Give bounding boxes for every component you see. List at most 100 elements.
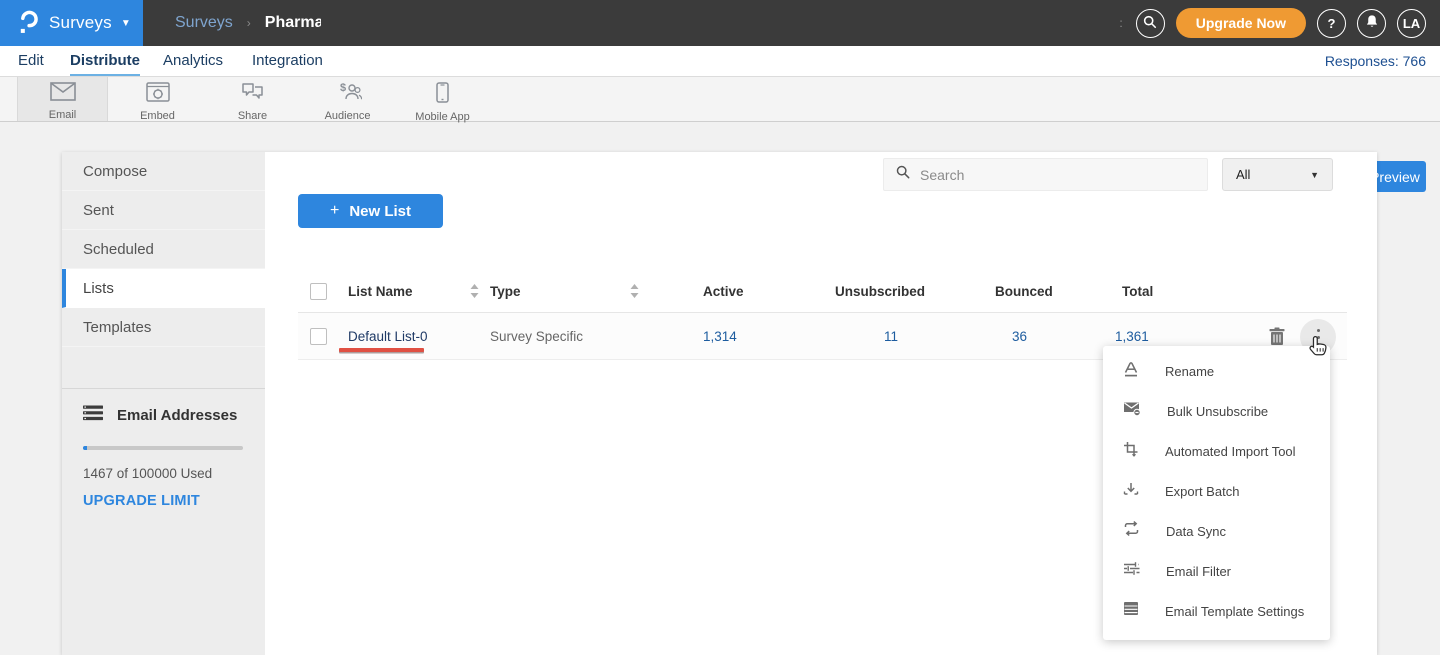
column-header-bounced: Bounced xyxy=(995,270,1053,313)
breadcrumb: Surveys › Pharma xyxy=(175,0,321,46)
menu-item-label: Automated Import Tool xyxy=(1165,444,1296,459)
tab-analytics[interactable]: Analytics xyxy=(163,46,223,76)
tab-distribute[interactable]: Distribute xyxy=(70,46,140,76)
avatar[interactable]: LA xyxy=(1397,9,1426,38)
kebab-dot xyxy=(1317,336,1320,339)
column-header-type[interactable]: Type xyxy=(490,270,521,313)
column-header-unsubscribed: Unsubscribed xyxy=(835,270,925,313)
search-button[interactable] xyxy=(1136,9,1165,38)
top-bar: Surveys ▼ Surveys › Pharma : Upgrade Now… xyxy=(0,0,1440,46)
menu-item-label: Rename xyxy=(1165,364,1214,379)
breadcrumb-separator-icon: › xyxy=(247,16,251,30)
channel-email[interactable]: Email xyxy=(17,77,108,121)
product-switcher[interactable]: Surveys ▼ xyxy=(0,0,143,46)
menu-item-label: Data Sync xyxy=(1166,524,1226,539)
email-sidebar: Compose Sent Scheduled Lists Templates E… xyxy=(62,152,265,655)
overflow-indicator: : xyxy=(1119,16,1122,30)
envelope-minus-icon xyxy=(1123,401,1141,421)
select-all-checkbox[interactable] xyxy=(310,283,327,300)
upgrade-limit-link[interactable]: UPGRADE LIMIT xyxy=(83,493,244,509)
unsubscribed-count[interactable]: 11 xyxy=(884,313,898,360)
crop-icon xyxy=(1123,441,1139,462)
menu-item-label: Export Batch xyxy=(1165,484,1239,499)
menu-item-bulk-unsubscribe[interactable]: Bulk Unsubscribe xyxy=(1103,391,1330,431)
menu-item-export-batch[interactable]: Export Batch xyxy=(1103,471,1330,511)
search-icon xyxy=(896,165,910,184)
new-list-button[interactable]: + New List xyxy=(298,194,443,228)
responses-count[interactable]: Responses: 766 xyxy=(1325,46,1426,76)
email-addresses-section: Email Addresses 1467 of 100000 Used UPGR… xyxy=(62,388,265,509)
menu-item-email-filter[interactable]: Email Filter xyxy=(1103,551,1330,591)
mobile-app-icon xyxy=(436,82,449,108)
sort-icon[interactable] xyxy=(470,284,479,303)
preview-label: Preview xyxy=(1370,169,1420,185)
menu-item-data-sync[interactable]: Data Sync xyxy=(1103,511,1330,551)
column-header-list-name[interactable]: List Name xyxy=(348,270,413,313)
list-rows-icon xyxy=(83,405,103,426)
embed-icon xyxy=(146,82,170,107)
chevron-down-icon: ▼ xyxy=(121,18,131,29)
share-icon xyxy=(240,82,265,107)
menu-item-email-template-settings[interactable]: Email Template Settings xyxy=(1103,591,1330,631)
sort-icon[interactable] xyxy=(630,284,639,303)
list-actions-menu: Rename Bulk Unsubscribe Automated Import… xyxy=(1103,346,1330,640)
menu-item-automated-import-tool[interactable]: Automated Import Tool xyxy=(1103,431,1330,471)
upgrade-now-button[interactable]: Upgrade Now xyxy=(1176,8,1306,38)
row-checkbox[interactable] xyxy=(310,328,327,345)
question-mark-icon: ? xyxy=(1328,16,1336,31)
plus-icon: + xyxy=(330,202,339,220)
help-button[interactable]: ? xyxy=(1317,9,1346,38)
menu-item-label: Bulk Unsubscribe xyxy=(1167,404,1268,419)
lists-table-header: List Name Type Active Unsubscribed Bounc… xyxy=(298,270,1347,313)
channel-mobile-app[interactable]: Mobile App xyxy=(397,77,488,121)
notifications-button[interactable] xyxy=(1357,9,1386,38)
bounced-count[interactable]: 36 xyxy=(1012,313,1027,360)
channel-label: Share xyxy=(238,110,267,122)
sidebar-item-scheduled[interactable]: Scheduled xyxy=(62,230,265,269)
breadcrumb-current-survey: Pharma xyxy=(265,14,321,32)
channel-label: Audience xyxy=(325,110,371,122)
questionpro-logo-icon xyxy=(18,7,39,39)
tab-edit[interactable]: Edit xyxy=(18,46,44,76)
template-rows-icon xyxy=(1123,601,1139,621)
breadcrumb-surveys-link[interactable]: Surveys xyxy=(175,14,233,32)
list-search-field xyxy=(883,158,1208,191)
active-count[interactable]: 1,314 xyxy=(703,313,737,360)
chevron-down-icon: ▼ xyxy=(1310,170,1319,180)
sidebar-item-lists[interactable]: Lists xyxy=(62,269,265,308)
email-usage-progressbar[interactable] xyxy=(83,446,243,450)
menu-item-label: Email Template Settings xyxy=(1165,604,1304,619)
email-usage-text: 1467 of 100000 Used xyxy=(83,466,244,481)
channel-audience[interactable]: $ Audience xyxy=(302,77,393,121)
bell-icon xyxy=(1365,14,1379,32)
channel-label: Mobile App xyxy=(415,111,469,123)
channel-label: Embed xyxy=(140,110,175,122)
sync-repeat-icon xyxy=(1123,521,1140,541)
svg-text:$: $ xyxy=(340,82,346,94)
new-list-label: New List xyxy=(349,203,411,220)
channel-embed[interactable]: Embed xyxy=(112,77,203,121)
page: Surveys ▼ Surveys › Pharma : Upgrade Now… xyxy=(0,0,1440,655)
distribute-channel-bar: Email Embed Share $ Audience Mobile App xyxy=(0,77,1440,122)
search-input[interactable] xyxy=(920,167,1195,183)
app-name: Surveys xyxy=(49,13,112,33)
filter-value: All xyxy=(1236,167,1250,182)
topbar-actions: : Upgrade Now ? LA xyxy=(1119,0,1426,46)
list-name-link[interactable]: Default List-0 xyxy=(348,313,428,360)
kebab-dot xyxy=(1317,329,1320,332)
list-filter-dropdown[interactable]: All ▼ xyxy=(1222,158,1333,191)
download-icon xyxy=(1123,481,1139,502)
tab-integration[interactable]: Integration xyxy=(252,46,323,76)
email-usage-progress-fill xyxy=(83,446,87,450)
sidebar-item-compose[interactable]: Compose xyxy=(62,152,265,191)
list-type: Survey Specific xyxy=(490,313,583,360)
email-addresses-title: Email Addresses xyxy=(117,407,237,424)
survey-tab-bar: Edit Distribute Analytics Integration Re… xyxy=(0,46,1440,77)
menu-item-rename[interactable]: Rename xyxy=(1103,351,1330,391)
sidebar-item-sent[interactable]: Sent xyxy=(62,191,265,230)
channel-label: Email xyxy=(49,109,77,121)
red-annotation-underline xyxy=(339,348,424,352)
menu-item-label: Email Filter xyxy=(1166,564,1231,579)
channel-share[interactable]: Share xyxy=(207,77,298,121)
sidebar-item-templates[interactable]: Templates xyxy=(62,308,265,347)
